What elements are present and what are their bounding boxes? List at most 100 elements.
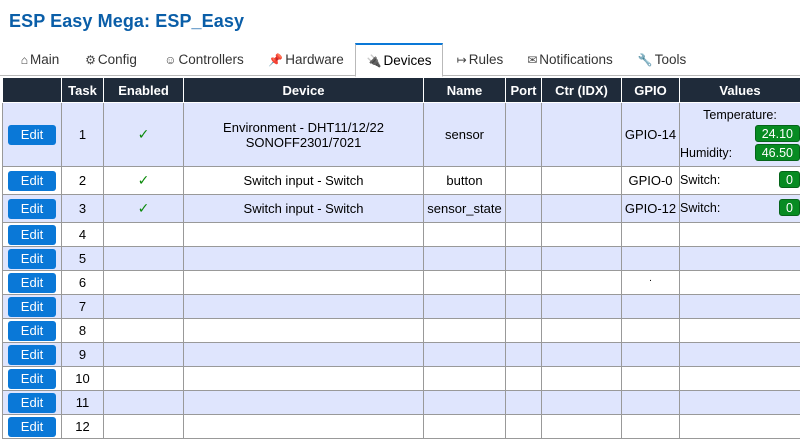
tab-label: Hardware	[285, 52, 344, 67]
tab-tools[interactable]: 🔧 Tools	[632, 43, 692, 76]
edit-button[interactable]: Edit	[8, 224, 56, 245]
task-name	[423, 294, 506, 319]
tab-label: Controllers	[178, 52, 244, 67]
table-row: Edit 3 ✓ Switch input - Switch sensor_st…	[2, 194, 800, 223]
task-name	[423, 318, 506, 343]
tab-hardware[interactable]: 📌 Hardware	[261, 43, 351, 76]
task-number: 7	[61, 294, 104, 319]
header-ctr-idx: Ctr (IDX)	[541, 77, 622, 103]
port-cell	[505, 194, 542, 223]
table-row: Edit 11	[2, 390, 800, 415]
tab-devices[interactable]: 🔌 Devices	[355, 43, 443, 77]
tab-rules[interactable]: ↦ Rules	[450, 43, 510, 76]
edit-button[interactable]: Edit	[8, 392, 56, 413]
device-name: Switch input - Switch	[183, 194, 424, 223]
edit-cell: Edit	[2, 390, 62, 415]
controller-idx-cell	[541, 366, 622, 391]
task-number: 1	[61, 102, 104, 167]
table-row: Edit 9	[2, 342, 800, 367]
edit-cell: Edit	[2, 166, 62, 195]
home-icon: ⌂	[20, 52, 28, 67]
tab-label: Config	[97, 52, 137, 67]
gpio-cell	[621, 246, 680, 271]
task-number: 5	[61, 246, 104, 271]
edit-button[interactable]: Edit	[8, 272, 56, 293]
edit-cell: Edit	[2, 294, 62, 319]
edit-button[interactable]: Edit	[8, 416, 56, 437]
enabled-cell	[103, 414, 184, 439]
task-name	[423, 246, 506, 271]
edit-cell: Edit	[2, 366, 62, 391]
values-cell: Temperature: 24.10 Humidity: 46.50	[679, 102, 800, 167]
table-row: Edit 7	[2, 294, 800, 319]
header-task: Task	[61, 77, 104, 103]
gpio-cell	[621, 222, 680, 247]
table-row: Edit 5	[2, 246, 800, 271]
tab-controllers[interactable]: ☺ Controllers	[155, 43, 253, 76]
edit-button[interactable]: Edit	[8, 296, 56, 317]
edit-cell: Edit	[2, 414, 62, 439]
task-name: sensor	[423, 102, 506, 167]
task-name	[423, 366, 506, 391]
device-name: Switch input - Switch	[183, 166, 424, 195]
gpio-cell	[621, 390, 680, 415]
gpio-cell: GPIO-0	[621, 166, 680, 195]
port-cell	[505, 318, 542, 343]
header-values: Values	[679, 77, 800, 103]
edit-button[interactable]: Edit	[8, 344, 56, 365]
edit-button[interactable]: Edit	[8, 170, 56, 191]
controller-idx-cell	[541, 342, 622, 367]
edit-button[interactable]: Edit	[8, 198, 56, 219]
task-number: 12	[61, 414, 104, 439]
values-cell	[679, 294, 800, 319]
values-cell: Switch: 0	[679, 194, 800, 223]
value-badge: 46.50	[754, 144, 800, 161]
port-cell	[505, 166, 542, 195]
value-line: Temperature: 24.10	[680, 106, 800, 142]
header-gpio: GPIO	[621, 77, 680, 103]
chat-icon: ☺	[164, 52, 177, 67]
edit-cell: Edit	[2, 318, 62, 343]
tab-main[interactable]: ⌂ Main	[10, 43, 70, 76]
enabled-cell	[103, 294, 184, 319]
edit-button[interactable]: Edit	[8, 248, 56, 269]
task-number: 8	[61, 318, 104, 343]
values-cell	[679, 414, 800, 439]
device-name	[183, 390, 424, 415]
gpio-cell	[621, 294, 680, 319]
table-row: Edit 6 ·	[2, 270, 800, 295]
tab-notifications[interactable]: ✉ Notifications	[520, 43, 620, 76]
device-cell: Environment - DHT11/12/22 SONOFF2301/7021	[183, 102, 424, 167]
table-row: Edit 1 ✓ Environment - DHT11/12/22 SONOFF…	[2, 102, 800, 167]
task-name	[423, 342, 506, 367]
gpio-cell	[621, 414, 680, 439]
value-label: Switch:	[680, 172, 721, 187]
edit-button[interactable]: Edit	[8, 124, 56, 145]
task-number: 2	[61, 166, 104, 195]
gpio-cell	[621, 366, 680, 391]
edit-button[interactable]: Edit	[8, 368, 56, 389]
values-cell	[679, 246, 800, 271]
values-cell: Switch: 0	[679, 166, 800, 195]
edit-cell: Edit	[2, 194, 62, 223]
tab-config[interactable]: ⚙ Config	[76, 43, 146, 76]
mail-icon: ✉	[527, 52, 538, 67]
gpio-cell: ·	[621, 270, 680, 295]
task-number: 3	[61, 194, 104, 223]
port-cell	[505, 366, 542, 391]
controller-idx-cell	[541, 102, 622, 167]
task-name	[423, 414, 506, 439]
app-title: ESP Easy Mega: ESP_Easy	[9, 11, 245, 31]
edit-button[interactable]: Edit	[8, 320, 56, 341]
value-badge: 0	[779, 171, 800, 188]
gpio-cell: GPIO-12	[621, 194, 680, 223]
task-number: 10	[61, 366, 104, 391]
controller-idx-cell	[541, 246, 622, 271]
task-name	[423, 390, 506, 415]
task-number: 11	[61, 390, 104, 415]
port-cell	[505, 222, 542, 247]
value-label: Switch:	[680, 200, 721, 215]
header-port: Port	[505, 77, 542, 103]
value-badge: 24.10	[754, 124, 800, 142]
device-name: Environment - DHT11/12/22	[223, 119, 384, 135]
